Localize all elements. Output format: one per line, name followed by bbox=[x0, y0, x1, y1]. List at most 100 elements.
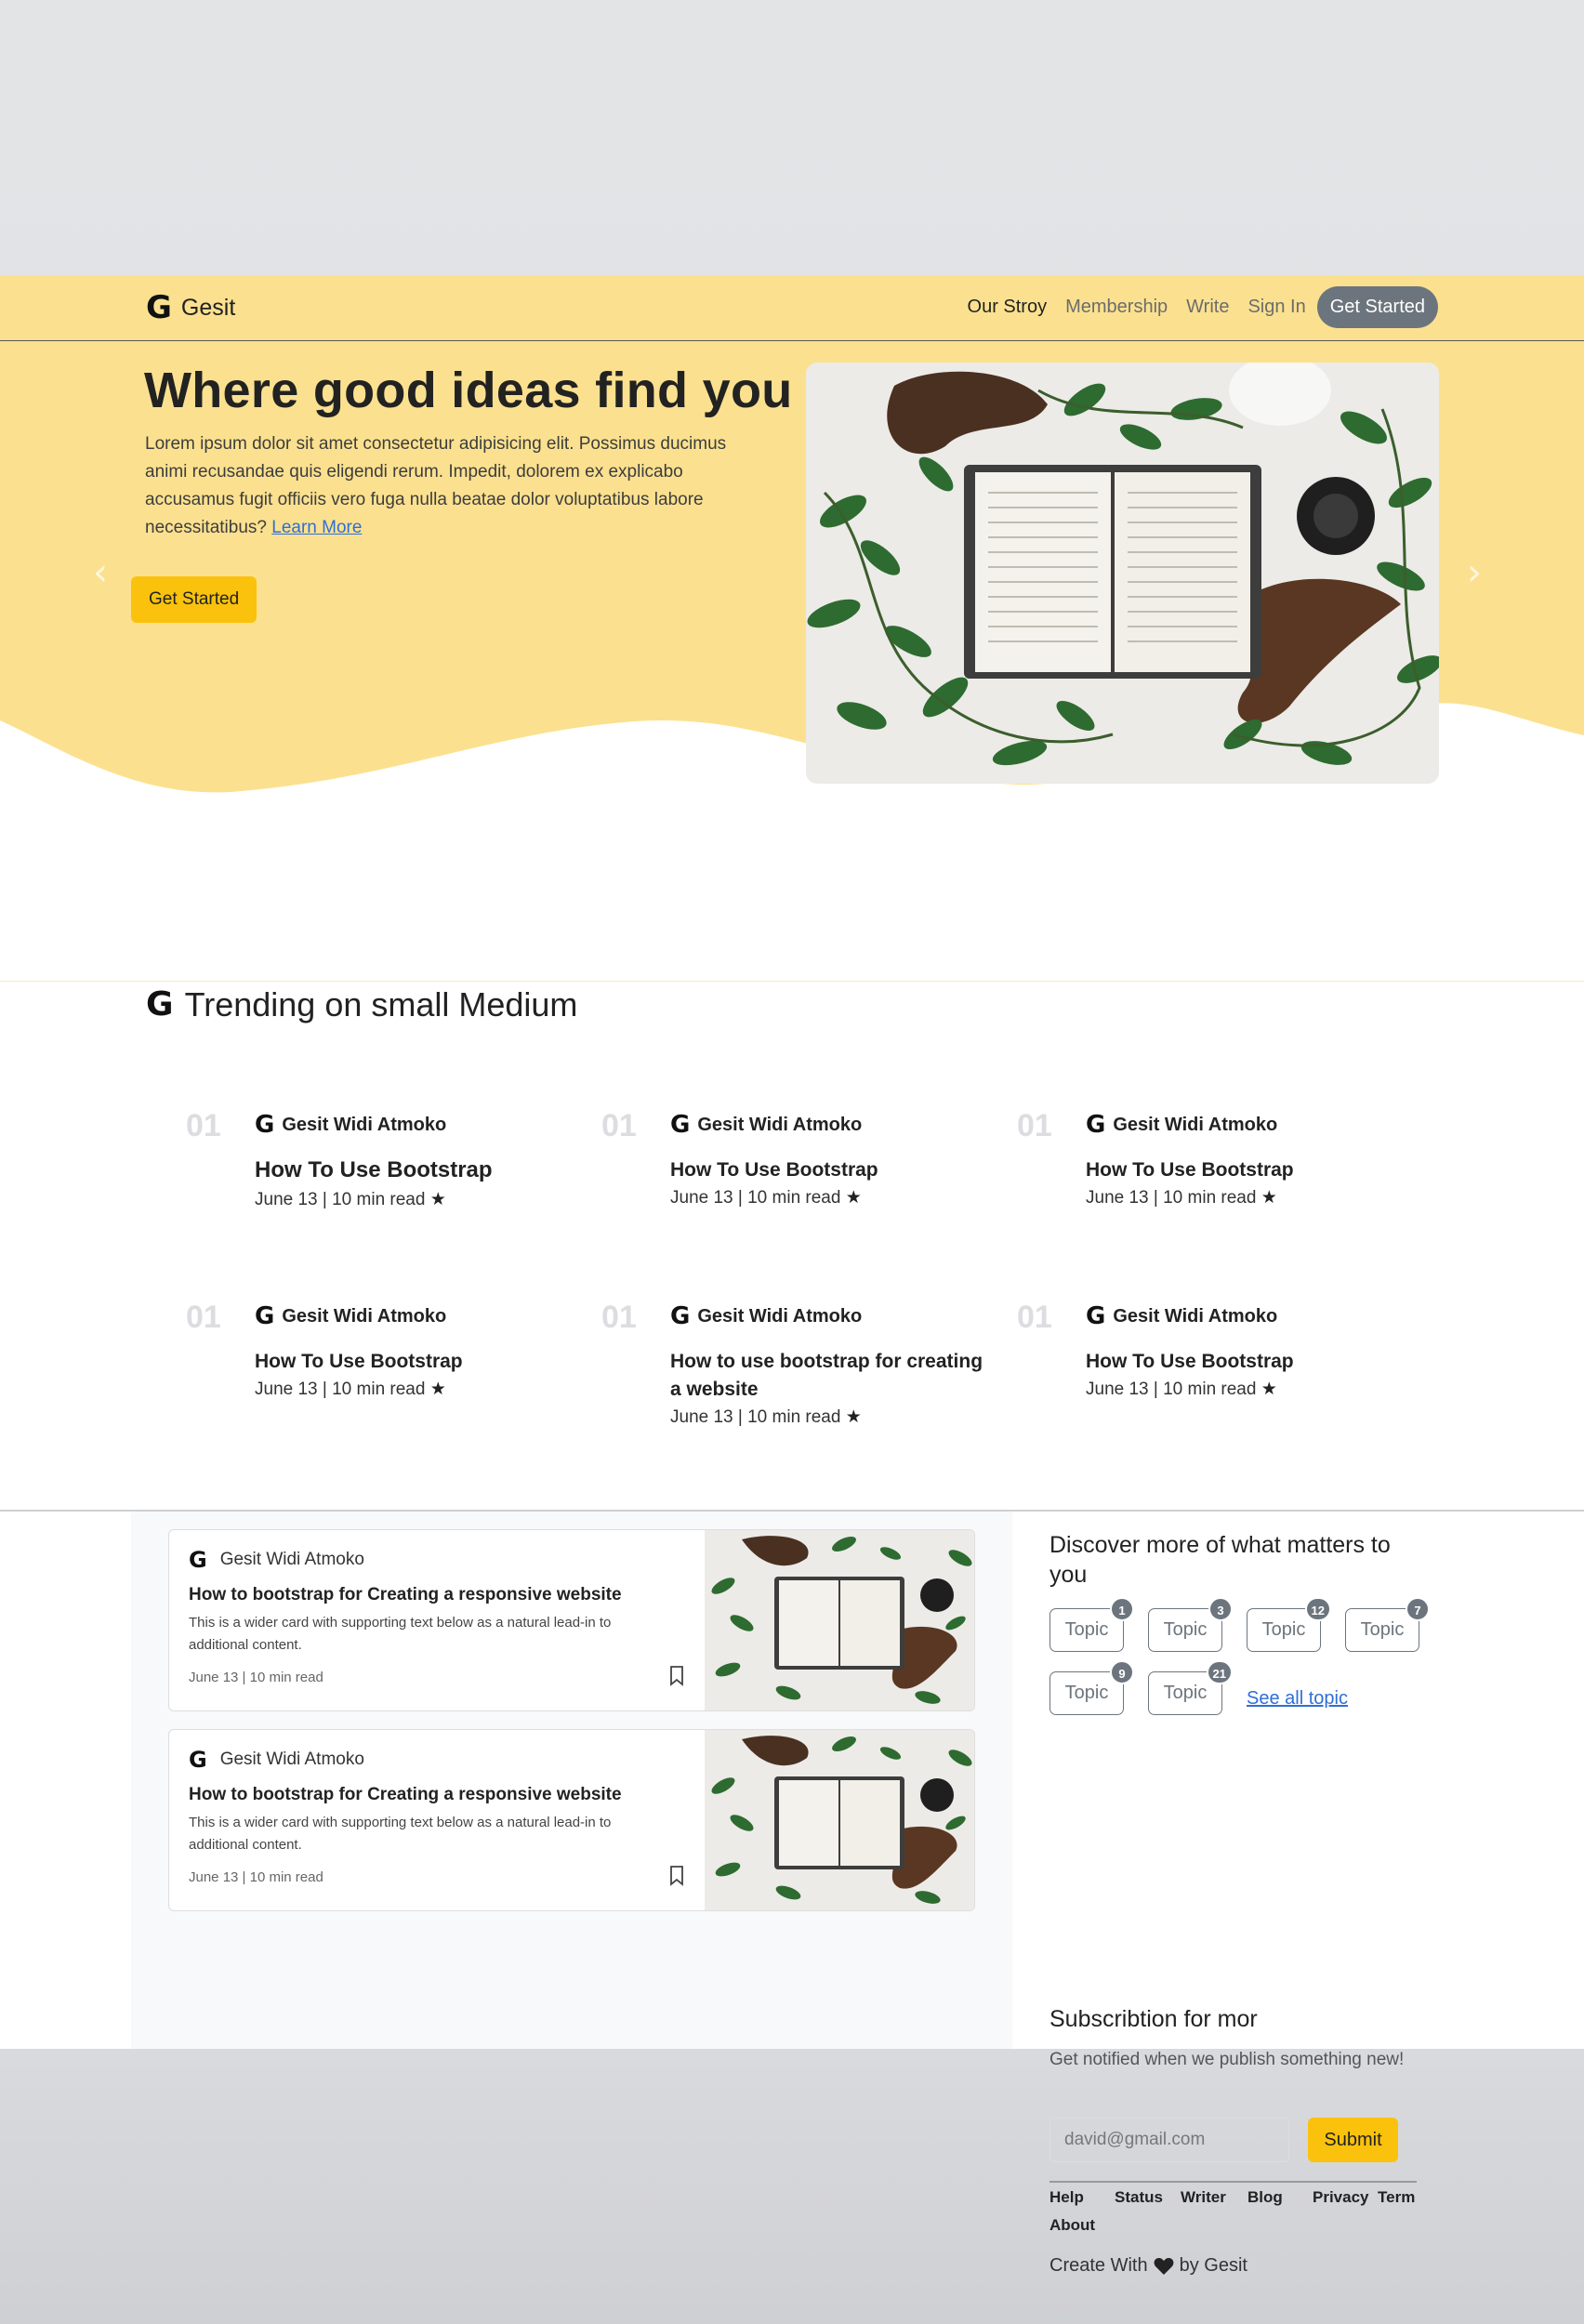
trend-number: 01 bbox=[186, 1300, 221, 1335]
nav-get-started-button[interactable]: Get Started bbox=[1316, 286, 1438, 328]
author-name: Gesit Widi Atmoko bbox=[697, 1305, 863, 1327]
trend-headline[interactable]: How To Use Bootstrap bbox=[255, 1155, 571, 1186]
author-name: Gesit Widi Atmoko bbox=[282, 1114, 447, 1135]
trending-logo-icon: G bbox=[146, 985, 174, 1023]
topic-count-badge: 21 bbox=[1206, 1660, 1233, 1684]
trend-number: 01 bbox=[601, 1108, 637, 1143]
topic-count-badge: 3 bbox=[1208, 1597, 1233, 1621]
card-meta: June 13 | 10 min read bbox=[189, 1670, 323, 1685]
topic-tag[interactable]: Topic 7 bbox=[1345, 1597, 1430, 1652]
trending-title: Trending on small Medium bbox=[184, 985, 578, 1023]
footer-link-privacy[interactable]: Privacy bbox=[1313, 2188, 1369, 2207]
page-background-bottom bbox=[0, 2049, 1584, 2324]
bookmark-icon[interactable] bbox=[669, 1666, 684, 1686]
trend-meta: June 13 | 10 min read ★ bbox=[670, 1406, 862, 1427]
discover-title: Discover more of what matters to you bbox=[1049, 1532, 1391, 1588]
author-name: Gesit Widi Atmoko bbox=[219, 1550, 364, 1569]
submit-button[interactable]: Submit bbox=[1308, 2118, 1398, 2162]
trend-author: G Gesit Widi Atmoko bbox=[255, 1304, 446, 1328]
card-title[interactable]: How to bootstrap for Creating a responsi… bbox=[189, 1585, 622, 1605]
hero-image bbox=[806, 363, 1439, 784]
author-name: Gesit Widi Atmoko bbox=[282, 1305, 447, 1327]
card-image bbox=[705, 1530, 974, 1710]
star-icon: ★ bbox=[429, 1379, 446, 1399]
footer-link-help[interactable]: Help bbox=[1049, 2188, 1084, 2207]
author-logo-icon: G bbox=[255, 1111, 275, 1139]
topic-tag[interactable]: Topic 12 bbox=[1247, 1597, 1331, 1652]
author-name: Gesit Widi Atmoko bbox=[1113, 1305, 1278, 1327]
hero-text: Lorem ipsum dolor sit amet consectetur a… bbox=[145, 430, 759, 542]
trend-headline[interactable]: How To Use Bootstrap bbox=[1086, 1348, 1402, 1376]
author-name: Gesit Widi Atmoko bbox=[1113, 1114, 1278, 1135]
trend-number: 01 bbox=[1017, 1108, 1052, 1143]
trend-headline[interactable]: How To Use Bootstrap bbox=[670, 1156, 986, 1184]
topic-count-badge: 9 bbox=[1110, 1660, 1134, 1684]
trend-headline[interactable]: How To Use Bootstrap bbox=[1086, 1156, 1402, 1184]
card-title[interactable]: How to bootstrap for Creating a responsi… bbox=[189, 1785, 622, 1805]
card-text: This is a wider card with supporting tex… bbox=[189, 1615, 612, 1653]
subscribe-text: Get notified when we publish something n… bbox=[1049, 2050, 1405, 2069]
trend-author: G Gesit Widi Atmoko bbox=[1086, 1113, 1277, 1137]
footer-credit: Create With by Gesit bbox=[1049, 2255, 1247, 2276]
footer-link-term[interactable]: Term bbox=[1378, 2188, 1415, 2207]
hero-description: Lorem ipsum dolor sit amet consectetur a… bbox=[145, 434, 727, 537]
nav-membership[interactable]: Membership bbox=[1065, 297, 1168, 318]
trend-headline[interactable]: How To Use Bootstrap bbox=[255, 1348, 571, 1376]
navbar: G Gesit Our Stroy Membership Write Sign … bbox=[0, 275, 1584, 341]
site-wrapper: G Gesit Our Stroy Membership Write Sign … bbox=[0, 275, 1584, 2276]
article-card[interactable]: G Gesit Widi Atmoko How to bootstrap for… bbox=[168, 1529, 975, 1711]
footer-link-status[interactable]: Status bbox=[1115, 2188, 1163, 2207]
see-all-topics-link[interactable]: See all topic bbox=[1247, 1688, 1348, 1710]
sidebar: Discover more of what matters to you Top… bbox=[1049, 1530, 1430, 2276]
footer-link-blog[interactable]: Blog bbox=[1247, 2188, 1283, 2207]
trend-meta: June 13 | 10 min read ★ bbox=[670, 1187, 862, 1208]
author-logo-icon: G bbox=[1086, 1302, 1106, 1330]
nav-links: Our Stroy Membership Write Sign In Get S… bbox=[949, 286, 1438, 328]
author-name: Gesit Widi Atmoko bbox=[219, 1750, 364, 1769]
bookmark-icon[interactable] bbox=[669, 1866, 684, 1886]
card-text: This is a wider card with supporting tex… bbox=[189, 1815, 612, 1853]
email-input[interactable]: david@gmail.com bbox=[1049, 2118, 1289, 2162]
card-image bbox=[705, 1730, 974, 1910]
article-card[interactable]: G Gesit Widi Atmoko How to bootstrap for… bbox=[168, 1729, 975, 1911]
author-logo-icon: G bbox=[255, 1302, 275, 1330]
trend-author: G Gesit Widi Atmoko bbox=[670, 1304, 862, 1328]
star-icon: ★ bbox=[429, 1189, 446, 1209]
trend-number: 01 bbox=[1017, 1300, 1052, 1335]
footer-link-writer[interactable]: Writer bbox=[1181, 2188, 1226, 2207]
nav-our-story[interactable]: Our Stroy bbox=[968, 297, 1048, 318]
card-meta: June 13 | 10 min read bbox=[189, 1869, 323, 1885]
carousel-next-icon[interactable]: › bbox=[1467, 551, 1482, 594]
carousel-prev-icon[interactable]: ‹ bbox=[93, 551, 108, 594]
trend-meta: June 13 | 10 min read ★ bbox=[255, 1379, 446, 1399]
hero-get-started-button[interactable]: Get Started bbox=[131, 576, 257, 623]
topic-count-badge: 12 bbox=[1304, 1597, 1331, 1621]
nav-write[interactable]: Write bbox=[1186, 297, 1229, 318]
topic-tag[interactable]: Topic 1 bbox=[1049, 1597, 1134, 1652]
star-icon: ★ bbox=[845, 1406, 862, 1427]
trending-header: G Trending on small Medium bbox=[146, 985, 577, 1024]
brand-logo-icon: G bbox=[146, 289, 172, 326]
author-logo-icon: G bbox=[670, 1302, 691, 1330]
section-divider bbox=[0, 981, 1584, 982]
topic-tag[interactable]: Topic 21 bbox=[1148, 1660, 1233, 1715]
footer-link-about[interactable]: About bbox=[1049, 2216, 1095, 2235]
footer-divider bbox=[1049, 2181, 1417, 2183]
star-icon: ★ bbox=[1261, 1379, 1277, 1399]
author-logo-icon: G bbox=[189, 1747, 207, 1773]
nav-sign-in[interactable]: Sign In bbox=[1247, 297, 1305, 318]
trend-author: G Gesit Widi Atmoko bbox=[1086, 1304, 1277, 1328]
trend-meta: June 13 | 10 min read ★ bbox=[255, 1189, 446, 1209]
brand[interactable]: G Gesit bbox=[146, 292, 235, 324]
topic-tag[interactable]: Topic 9 bbox=[1049, 1660, 1134, 1715]
heart-icon bbox=[1154, 2257, 1174, 2275]
subscribe-title: Subscribtion for mor bbox=[1049, 2006, 1258, 2032]
author-name: Gesit Widi Atmoko bbox=[697, 1114, 863, 1135]
trend-number: 01 bbox=[601, 1300, 637, 1335]
learn-more-link[interactable]: Learn More bbox=[271, 518, 362, 537]
trend-headline[interactable]: How to use bootstrap for creating a webs… bbox=[670, 1348, 986, 1404]
trend-meta: June 13 | 10 min read ★ bbox=[1086, 1187, 1277, 1208]
author-logo-icon: G bbox=[189, 1547, 207, 1573]
topic-tag[interactable]: Topic 3 bbox=[1148, 1597, 1233, 1652]
hero-section: Where good ideas find you Lorem ipsum do… bbox=[0, 341, 1584, 825]
